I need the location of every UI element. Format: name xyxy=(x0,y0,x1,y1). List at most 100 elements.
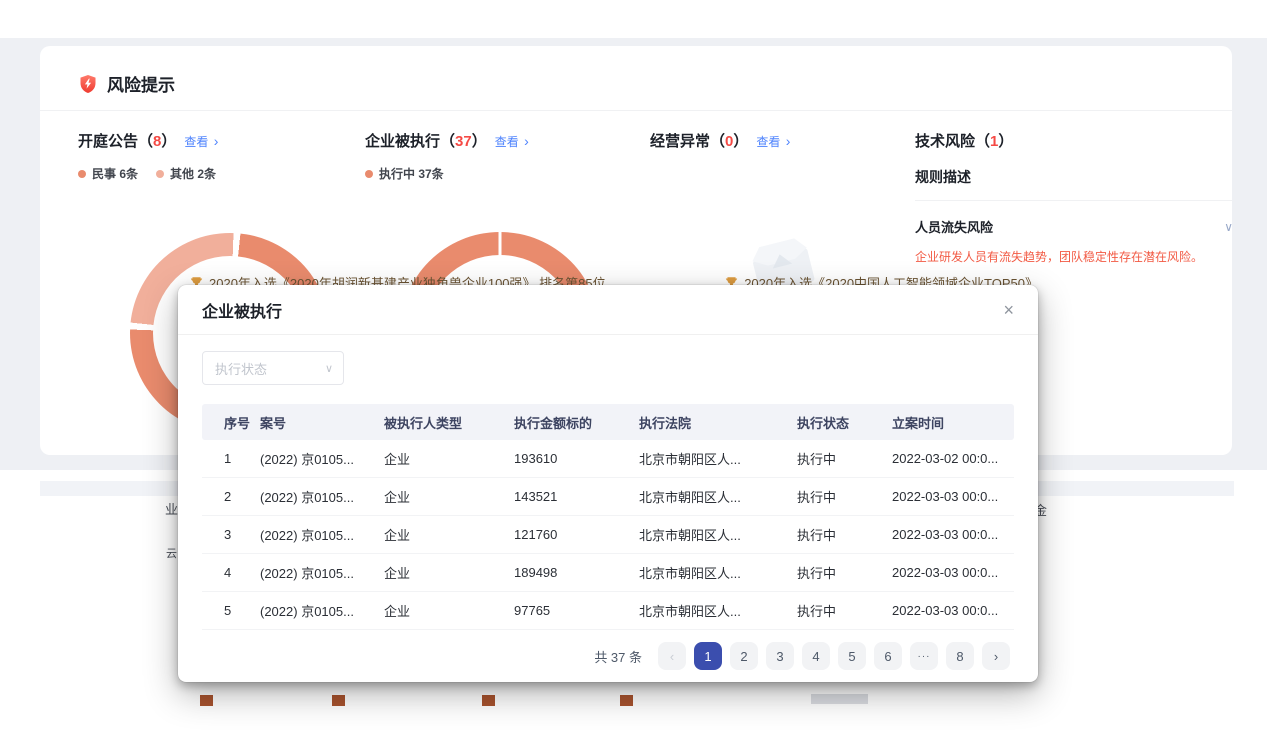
view-link[interactable]: 查看 › xyxy=(756,133,790,150)
risk-item-name: 人员流失风险 xyxy=(915,217,993,236)
table-cell: 企业 xyxy=(384,563,514,582)
table-header-cell: 序号 xyxy=(202,413,260,432)
table-cell: (2022) 京0105... xyxy=(260,563,384,582)
table-header-cell: 立案时间 xyxy=(892,413,1014,432)
execution-status-select[interactable]: 执行状态 ∨ xyxy=(202,351,344,385)
table-cell: 1 xyxy=(202,451,260,466)
table-cell: 3 xyxy=(202,527,260,542)
legend-label: 执行中 37条 xyxy=(379,165,444,182)
view-link-label: 查看 xyxy=(184,135,208,149)
section-title-row: 企业被执行 （ 37 ） 查看 › xyxy=(365,130,529,151)
table-cell: 2022-03-03 00:0... xyxy=(892,603,1014,618)
paren: ） xyxy=(733,130,748,151)
occluded-bar-fragment xyxy=(482,695,495,706)
table-cell: 执行中 xyxy=(797,601,892,620)
table-cell: (2022) 京0105... xyxy=(260,525,384,544)
view-link[interactable]: 查看 › xyxy=(495,133,529,150)
section-enterprise-execution: 企业被执行 （ 37 ） 查看 › 执行中 37条 xyxy=(365,130,529,182)
section-title-row: 技术风险 （ 1 ） xyxy=(915,130,1232,151)
table-cell: 121760 xyxy=(514,527,639,542)
legend-dot xyxy=(365,170,373,178)
legend-label: 其他 2条 xyxy=(170,165,216,182)
section-count: 1 xyxy=(990,133,998,150)
pagination-ellipsis-button[interactable]: ··· xyxy=(910,642,938,670)
section-count: 0 xyxy=(725,133,733,150)
view-link[interactable]: 查看 › xyxy=(184,133,218,150)
table-cell: 193610 xyxy=(514,451,639,466)
modal-table-body: 1(2022) 京0105...企业193610北京市朝阳区人...执行中202… xyxy=(202,440,1014,630)
table-cell: 5 xyxy=(202,603,260,618)
section-count: 8 xyxy=(153,133,161,150)
table-cell: 2022-03-02 00:0... xyxy=(892,451,1014,466)
table-cell: 4 xyxy=(202,565,260,580)
view-link-label: 查看 xyxy=(495,135,519,149)
pagination-page-button[interactable]: 1 xyxy=(694,642,722,670)
pagination-next-button[interactable]: › xyxy=(982,642,1010,670)
table-cell: 企业 xyxy=(384,487,514,506)
paren: （ xyxy=(138,130,153,151)
pagination-page-button[interactable]: 3 xyxy=(766,642,794,670)
chevron-down-icon: ∨ xyxy=(325,362,333,375)
pagination-page-button[interactable]: 8 xyxy=(946,642,974,670)
section-title: 开庭公告 xyxy=(78,130,138,151)
table-cell: 北京市朝阳区人... xyxy=(639,487,797,506)
section-title-row: 开庭公告 （ 8 ） 查看 › xyxy=(78,130,218,151)
occluded-bar-fragment xyxy=(332,695,345,706)
pagination-page-button[interactable]: 2 xyxy=(730,642,758,670)
legend: 民事 6条 其他 2条 xyxy=(78,165,218,182)
pagination-prev-button[interactable]: ‹ xyxy=(658,642,686,670)
table-header-row: 序号案号被执行人类型执行金额标的执行法院执行状态立案时间 xyxy=(202,404,1014,440)
enterprise-execution-modal: 企业被执行 × 执行状态 ∨ 序号案号被执行人类型执行金额标的执行法院执行状态立… xyxy=(178,285,1038,682)
pagination-page-button[interactable]: 6 xyxy=(874,642,902,670)
section-court-announcements: 开庭公告 （ 8 ） 查看 › 民事 6条 其他 2条 xyxy=(78,130,218,182)
paren: ） xyxy=(998,130,1013,151)
section-title: 技术风险 xyxy=(915,130,975,151)
header-divider xyxy=(40,110,1232,111)
occluded-bar-fragment xyxy=(200,695,213,706)
table-cell: 189498 xyxy=(514,565,639,580)
view-link-label: 查看 xyxy=(756,135,780,149)
table-header-cell: 执行状态 xyxy=(797,413,892,432)
pagination-total: 共 37 条 xyxy=(594,647,642,666)
table-cell: 执行中 xyxy=(797,563,892,582)
table-cell: (2022) 京0105... xyxy=(260,601,384,620)
legend-item: 其他 2条 xyxy=(156,165,216,182)
table-cell: 2022-03-03 00:0... xyxy=(892,565,1014,580)
table-cell: 执行中 xyxy=(797,487,892,506)
section-title: 企业被执行 xyxy=(365,130,440,151)
paren: （ xyxy=(975,130,990,151)
modal-title: 企业被执行 xyxy=(202,298,282,322)
table-header-cell: 执行法院 xyxy=(639,413,797,432)
table-header-cell: 执行金额标的 xyxy=(514,413,639,432)
paren: ） xyxy=(472,130,487,151)
table-cell: 北京市朝阳区人... xyxy=(639,563,797,582)
occluded-gray-fragment xyxy=(811,694,868,704)
table-cell: 2022-03-03 00:0... xyxy=(892,489,1014,504)
table-header-cell: 被执行人类型 xyxy=(384,413,514,432)
table-row: 1(2022) 京0105...企业193610北京市朝阳区人...执行中202… xyxy=(202,440,1014,478)
pagination-page-button[interactable]: 5 xyxy=(838,642,866,670)
legend-dot xyxy=(156,170,164,178)
risk-item-collapse-row[interactable]: 人员流失风险 ∨ xyxy=(915,217,1232,236)
section-business-anomaly: 经营异常 （ 0 ） 查看 › xyxy=(650,130,790,151)
table-cell: (2022) 京0105... xyxy=(260,449,384,468)
chevron-right-icon: › xyxy=(786,133,791,149)
occluded-bar-fragment xyxy=(620,695,633,706)
table-cell: 北京市朝阳区人... xyxy=(639,449,797,468)
table-cell: (2022) 京0105... xyxy=(260,487,384,506)
rule-description-label: 规则描述 xyxy=(915,167,1232,187)
table-cell: 企业 xyxy=(384,601,514,620)
table-cell: 97765 xyxy=(514,603,639,618)
close-icon[interactable]: × xyxy=(1003,301,1014,319)
paren: （ xyxy=(710,130,725,151)
pagination-page-button[interactable]: 4 xyxy=(802,642,830,670)
occluded-text-fragment: 云 xyxy=(166,545,177,561)
paren: ） xyxy=(161,130,176,151)
paren: （ xyxy=(440,130,455,151)
risk-item-description: 企业研发人员有流失趋势，团队稳定性存在潜在风险。 xyxy=(915,248,1232,265)
legend: 执行中 37条 xyxy=(365,165,529,182)
legend-item: 执行中 37条 xyxy=(365,165,444,182)
table-cell: 143521 xyxy=(514,489,639,504)
occluded-text-fragment: 业 xyxy=(165,499,178,518)
legend-dot xyxy=(78,170,86,178)
